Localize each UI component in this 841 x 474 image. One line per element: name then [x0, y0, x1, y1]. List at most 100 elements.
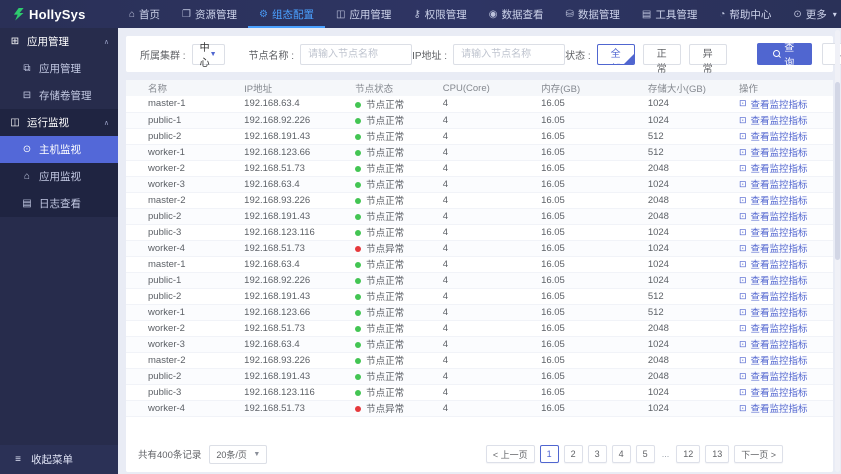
nav-item-resources[interactable]: ❐ 资源管理 [171, 0, 248, 28]
cell-action: ⊡ 查看监控指标 [729, 96, 833, 113]
nav-item-apps[interactable]: ◫ 应用管理 [325, 0, 402, 28]
view-metrics-link[interactable]: ⊡ 查看监控指标 [739, 401, 808, 416]
cell-memory: 16.05 [531, 240, 638, 257]
cell-ip: 192.168.51.73 [234, 320, 346, 337]
cell-ip: 192.168.51.73 [234, 400, 346, 417]
table-footer: 共有400条记录 20条/页 ▼ < 上一页 1 2 3 4 5... 12 13 下一页 > [126, 442, 833, 466]
column-header: IP地址 [234, 80, 346, 96]
view-metrics-link[interactable]: ⊡ 查看监控指标 [739, 145, 808, 160]
view-metrics-link[interactable]: ⊡ 查看监控指标 [739, 129, 808, 144]
nav-item-label: 首页 [139, 8, 161, 21]
cell-memory: 16.05 [531, 336, 638, 353]
cell-memory: 16.05 [531, 112, 638, 129]
scrollbar-thumb[interactable] [835, 82, 840, 260]
monitor-icon: ⊡ [739, 402, 747, 413]
cell-memory: 16.05 [531, 256, 638, 273]
cell-action: ⊡ 查看监控指标 [729, 224, 833, 241]
nav-item-permissions[interactable]: ⚷ 权限管理 [402, 0, 477, 28]
cell-status: 节点正常 [345, 144, 433, 161]
view-metrics-link[interactable]: ⊡ 查看监控指标 [739, 369, 808, 384]
status-filter-0[interactable]: 全部状态 [596, 43, 635, 65]
view-metrics-link[interactable]: ⊡ 查看监控指标 [739, 177, 808, 192]
sidebar-group-header-run-monitor[interactable]: ◫ 运行监视 ∧ [0, 109, 118, 136]
cell-memory: 16.05 [531, 160, 638, 177]
cell-storage: 1024 [637, 336, 729, 353]
view-metrics-link[interactable]: ⊡ 查看监控指标 [739, 209, 808, 224]
nav-item-data-view[interactable]: ◉ 数据查看 [478, 0, 555, 28]
status-filter-1[interactable]: 正常 [642, 43, 681, 75]
nav-item-help[interactable]: ◔ 帮助中心 [708, 0, 782, 28]
view-metrics-link[interactable]: ⊡ 查看监控指标 [739, 161, 808, 176]
status-dot [355, 150, 362, 157]
status-label: 状态 : [565, 50, 591, 62]
view-metrics-link[interactable]: ⊡ 查看监控指标 [739, 353, 808, 368]
search-button[interactable]: 查询 [756, 43, 812, 69]
page-size-select[interactable]: 20条/页 ▼ [209, 444, 268, 464]
permissions-icon: ⚷ [413, 8, 421, 20]
page-button-4[interactable]: 4 [611, 445, 631, 463]
cell-cpu: 4 [432, 352, 532, 369]
view-metrics-link[interactable]: ⊡ 查看监控指标 [739, 385, 808, 400]
node-name-input[interactable] [300, 43, 413, 65]
sidebar-group-header-app-mgmt[interactable]: ⊞ 应用管理 ∧ [0, 28, 118, 55]
sidebar-item-app-mgmt-sub[interactable]: ⧉ 应用管理 [0, 55, 118, 82]
cell-name: master-2 [126, 192, 235, 209]
view-metrics-link[interactable]: ⊡ 查看监控指标 [739, 273, 808, 288]
table-row: worker-3 192.168.63.4 节点正常 4 16.05 1024 … [126, 336, 833, 353]
nav-item-data-mgmt[interactable]: ⛁ 数据管理 [555, 0, 631, 28]
sidebar-item-log-view[interactable]: ▤ 日志查看 [0, 190, 118, 217]
sidebar-item-label: 存储卷管理 [39, 90, 92, 102]
cell-action: ⊡ 查看监控指标 [729, 240, 833, 257]
cell-storage: 2048 [637, 352, 729, 369]
main-content: 所属集群 : 中心 ▼ 节点名称 : IP地址 : 状态 : 全部状态正常异常 … [118, 28, 841, 474]
cell-status: 节点正常 [345, 224, 433, 241]
view-metrics-link[interactable]: ⊡ 查看监控指标 [739, 225, 808, 240]
view-metrics-link[interactable]: ⊡ 查看监控指标 [739, 241, 808, 256]
config-icon: ⚙ [259, 8, 268, 20]
view-metrics-link[interactable]: ⊡ 查看监控指标 [739, 289, 808, 304]
page-button-1[interactable]: 1 [539, 445, 559, 463]
cell-cpu: 4 [432, 304, 532, 321]
nav-item-tools[interactable]: ▤ 工具管理 [631, 0, 708, 28]
node-table: 名称 IP地址 节点状态 CPU(Core) 内存(GB) 存储大小(GB) 操作 mast… [126, 80, 833, 417]
cell-memory: 16.05 [531, 320, 638, 337]
nav-item-more[interactable]: ⊙ 更多 ▾ [782, 0, 841, 28]
cluster-select[interactable]: 中心 ▼ [191, 43, 225, 69]
nav-item-config[interactable]: ⚙ 组态配置 [248, 0, 325, 28]
page-button-5[interactable]: 5 [635, 445, 655, 463]
next-page-button[interactable]: 下一页 > [734, 445, 783, 463]
cell-memory: 16.05 [531, 224, 638, 241]
view-metrics-link[interactable]: ⊡ 查看监控指标 [739, 305, 808, 320]
prev-page-button[interactable]: < 上一页 [485, 445, 535, 463]
cell-name: master-1 [126, 256, 235, 273]
cell-storage: 1024 [637, 400, 729, 417]
page-button-13[interactable]: 13 [705, 445, 730, 463]
collapse-menu-button[interactable]: ≡ 收起菜单 [0, 445, 118, 474]
sidebar-item-app-monitor[interactable]: ⌂ 应用监视 [0, 163, 118, 190]
ip-input[interactable] [453, 43, 566, 65]
cell-cpu: 4 [432, 112, 532, 129]
status-filter-2[interactable]: 异常 [688, 43, 727, 75]
view-metrics-link[interactable]: ⊡ 查看监控指标 [739, 193, 808, 208]
cell-storage: 2048 [637, 208, 729, 225]
page-button-3[interactable]: 3 [587, 445, 607, 463]
page-button-12[interactable]: 12 [676, 445, 701, 463]
sidebar-item-storage-volume[interactable]: ⊟ 存储卷管理 [0, 82, 118, 109]
page-button-2[interactable]: 2 [563, 445, 583, 463]
cell-memory: 16.05 [531, 352, 638, 369]
cell-status: 节点异常 [345, 400, 433, 417]
monitor-icon: ⊡ [739, 98, 747, 109]
sidebar-item-host-monitor[interactable]: ⊙ 主机监视 [0, 136, 118, 163]
cell-action: ⊡ 查看监控指标 [729, 304, 833, 321]
cell-storage: 1024 [637, 256, 729, 273]
nav-item-home[interactable]: ⌂ 首页 [118, 0, 171, 28]
view-metrics-link[interactable]: ⊡ 查看监控指标 [739, 321, 808, 336]
vertical-scrollbar [835, 30, 840, 472]
view-metrics-link[interactable]: ⊡ 查看监控指标 [739, 337, 808, 352]
pagination: < 上一页 1 2 3 4 5... 12 13 下一页 > [485, 445, 783, 463]
cell-cpu: 4 [432, 208, 532, 225]
view-metrics-link[interactable]: ⊡ 查看监控指标 [739, 257, 808, 272]
view-metrics-link[interactable]: ⊡ 查看监控指标 [739, 113, 808, 128]
monitor-icon: ⊡ [739, 322, 747, 333]
view-metrics-link[interactable]: ⊡ 查看监控指标 [739, 97, 808, 111]
